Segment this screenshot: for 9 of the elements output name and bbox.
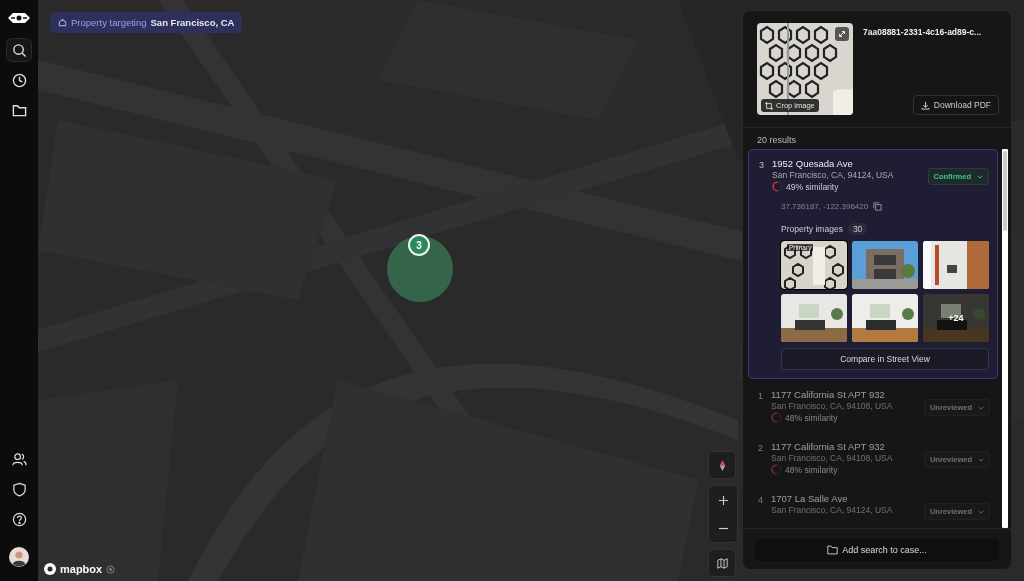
help-icon: [11, 511, 27, 527]
nav-button[interactable]: [6, 38, 32, 62]
folder-icon: [11, 102, 27, 118]
users-icon: [11, 451, 27, 467]
logo-icon[interactable]: [8, 12, 30, 24]
shield-icon: [11, 481, 27, 497]
clock-icon: [11, 72, 27, 88]
avatar-icon[interactable]: [9, 547, 29, 567]
search-icon: [11, 42, 27, 58]
